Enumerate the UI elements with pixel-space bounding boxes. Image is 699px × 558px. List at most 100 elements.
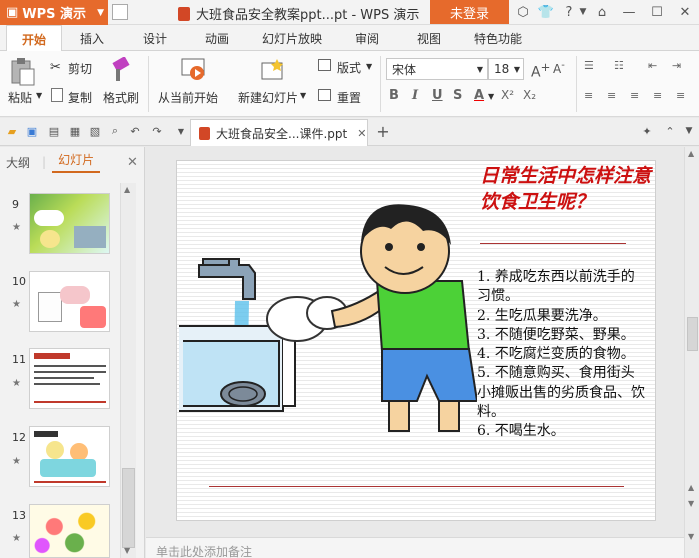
decrease-indent-icon[interactable]: ⇤	[648, 59, 664, 73]
strikethrough-button[interactable]: S	[453, 88, 462, 103]
print-icon[interactable]: ▦	[68, 124, 82, 138]
star-icon: ★	[12, 222, 21, 233]
redo-icon[interactable]: ↷	[150, 124, 164, 138]
from-current-button[interactable]: 从当前开始	[158, 89, 218, 106]
slide-thumbnail-11[interactable]	[29, 348, 110, 409]
font-color-button[interactable]: A	[474, 88, 484, 103]
undo-icon[interactable]: ↶	[128, 124, 142, 138]
italic-button[interactable]: I	[412, 88, 418, 103]
paste-label[interactable]: 粘贴	[8, 89, 32, 106]
chevron-down-icon[interactable]: ▼	[300, 91, 306, 100]
new-slide-button[interactable]: 新建幻灯片	[238, 89, 298, 106]
chevron-down-icon[interactable]: ▼	[36, 91, 42, 100]
tab-outline[interactable]: 大纲	[0, 154, 36, 171]
tab-start[interactable]: 开始	[6, 25, 62, 52]
print-preview-icon[interactable]: ▧	[88, 124, 102, 138]
skin-icon[interactable]: ⬡	[514, 3, 532, 21]
distribute-icon[interactable]: ≡	[676, 89, 692, 103]
panel-scrollbar[interactable]: ▲ ▼	[120, 183, 136, 558]
bullet-list-icon[interactable]: ☰	[584, 59, 600, 73]
chevron-down-icon[interactable]: ▼	[574, 3, 592, 21]
tab-slideshow[interactable]: 幻灯片放映	[262, 25, 322, 51]
increase-font-icon[interactable]: A+	[531, 60, 550, 81]
chevron-down-icon[interactable]: ▼	[682, 124, 696, 138]
decrease-font-icon[interactable]: A-	[553, 60, 565, 76]
chevron-down-icon[interactable]: ▼	[488, 92, 494, 101]
align-right-icon[interactable]: ≡	[630, 89, 646, 103]
close-icon[interactable]: ✕	[127, 155, 138, 170]
menu-bar: 开始 插入 设计 动画 幻灯片放映 审阅 视图 特色功能	[0, 25, 699, 52]
subscript-button[interactable]: X₂	[523, 88, 536, 102]
tab-review[interactable]: 审阅	[355, 25, 379, 51]
align-center-icon[interactable]: ≡	[607, 89, 623, 103]
tab-view[interactable]: 视图	[417, 25, 441, 51]
copy-icon[interactable]	[51, 88, 63, 102]
slideshow-icon[interactable]	[180, 57, 208, 83]
chevron-down-icon[interactable]: ▼	[174, 124, 188, 138]
cut-button[interactable]: 剪切	[68, 60, 92, 77]
underline-button[interactable]: U	[432, 88, 443, 103]
tab-slides[interactable]: 幻灯片	[52, 151, 101, 173]
bold-button[interactable]: B	[389, 88, 399, 103]
save-icon[interactable]: ▣	[25, 124, 39, 138]
chevron-down-icon[interactable]: ▼	[366, 62, 372, 71]
superscript-button[interactable]: X²	[501, 88, 514, 102]
minimize-icon[interactable]: —	[620, 3, 638, 21]
main-scrollbar[interactable]: ▲ ▲ ▼ ▼	[684, 147, 699, 558]
scrollbar-thumb[interactable]	[687, 317, 698, 351]
reset-button[interactable]: 重置	[337, 89, 361, 106]
close-icon[interactable]: ✕	[357, 127, 366, 140]
tab-insert[interactable]: 插入	[80, 25, 104, 51]
login-button[interactable]: 未登录	[430, 0, 509, 24]
scroll-up-icon[interactable]: ▲	[688, 483, 694, 492]
ribbon: 粘贴 ▼ ✂ 剪切 复制 格式刷 从当前开始 新建幻灯片 ▼ 版式 ▼ 重置 宋…	[0, 51, 699, 117]
slide-thumbnail-10[interactable]	[29, 271, 110, 332]
new-tab-icon[interactable]: +	[376, 122, 390, 141]
increase-indent-icon[interactable]: ⇥	[672, 59, 688, 73]
title-bar: ▣ WPS 演示 ▼ 大班食品安全教案ppt...pt - WPS 演示 未登录…	[0, 0, 699, 25]
wps-menu-button[interactable]: ▣ WPS 演示 ▼	[0, 0, 108, 25]
tab-animation[interactable]: 动画	[205, 25, 229, 51]
slide-thumbnail-9[interactable]	[29, 193, 110, 254]
copy-button[interactable]: 复制	[68, 89, 92, 106]
minimize-restore-icon[interactable]: ⌂	[593, 3, 611, 21]
document-tab[interactable]: 大班食品安全...课件.ppt ✕	[190, 119, 368, 146]
tab-design[interactable]: 设计	[143, 25, 167, 51]
paste-button[interactable]	[8, 57, 38, 87]
new-slide-icon[interactable]	[259, 57, 285, 83]
reset-icon[interactable]	[318, 89, 331, 101]
format-painter-icon[interactable]	[108, 56, 132, 83]
slide-body-text[interactable]: 1. 养成吃东西以前洗手的习惯。 2. 生吃瓜果要洗净。 3. 不随便吃野菜、野…	[477, 268, 647, 442]
close-icon[interactable]: ✕	[676, 3, 694, 21]
tab-features[interactable]: 特色功能	[474, 25, 522, 51]
slides-panel: 大纲 | 幻灯片 ✕ 9 ★ 10 ★ 11 ★ 12 ★ 13 ★ ▲ ▼	[0, 147, 145, 558]
scroll-up-icon[interactable]: ▲	[124, 185, 130, 194]
open-folder-icon[interactable]: ▰	[5, 124, 19, 138]
slide-title[interactable]: 日常生活中怎样注意饮食卫生呢？	[480, 163, 656, 215]
current-slide[interactable]: 日常生活中怎样注意饮食卫生呢？ 1. 养成吃东西以前洗手的习惯。 2. 生吃瓜果…	[176, 160, 656, 521]
align-left-icon[interactable]: ≡	[584, 89, 600, 103]
find-icon[interactable]: ⌕	[108, 124, 122, 138]
justify-icon[interactable]: ≡	[653, 89, 669, 103]
slide-thumbnail-12[interactable]	[29, 426, 110, 487]
slide-thumbnail-13[interactable]	[29, 504, 110, 558]
scrollbar-thumb[interactable]	[122, 468, 135, 548]
scroll-down-icon[interactable]: ▼	[688, 499, 694, 508]
numbered-list-icon[interactable]: ☷	[614, 59, 630, 73]
layout-icon[interactable]	[318, 59, 331, 71]
font-size-select[interactable]: 18 ▼	[488, 58, 524, 80]
collapse-ribbon-icon[interactable]: ⌃	[663, 124, 677, 138]
scroll-down-icon[interactable]: ▼	[688, 532, 694, 541]
notes-input[interactable]: 单击此处添加备注	[146, 537, 684, 558]
format-painter-button[interactable]: 格式刷	[103, 89, 139, 106]
list-item: 5. 不随意购买、食用街头小摊贩出售的劣质食品、饮料。	[477, 365, 645, 421]
scissors-icon[interactable]: ✂	[50, 60, 61, 75]
font-name-select[interactable]: 宋体 ▼	[386, 58, 488, 80]
tool-icon[interactable]: ✦	[640, 124, 654, 138]
export-icon[interactable]: ▤	[47, 124, 61, 138]
shirt-icon[interactable]: 👕	[537, 3, 555, 21]
maximize-icon[interactable]: ☐	[648, 3, 666, 21]
scroll-up-icon[interactable]: ▲	[688, 149, 694, 158]
layout-button[interactable]: 版式	[337, 59, 361, 76]
scroll-down-icon[interactable]: ▼	[124, 546, 130, 555]
